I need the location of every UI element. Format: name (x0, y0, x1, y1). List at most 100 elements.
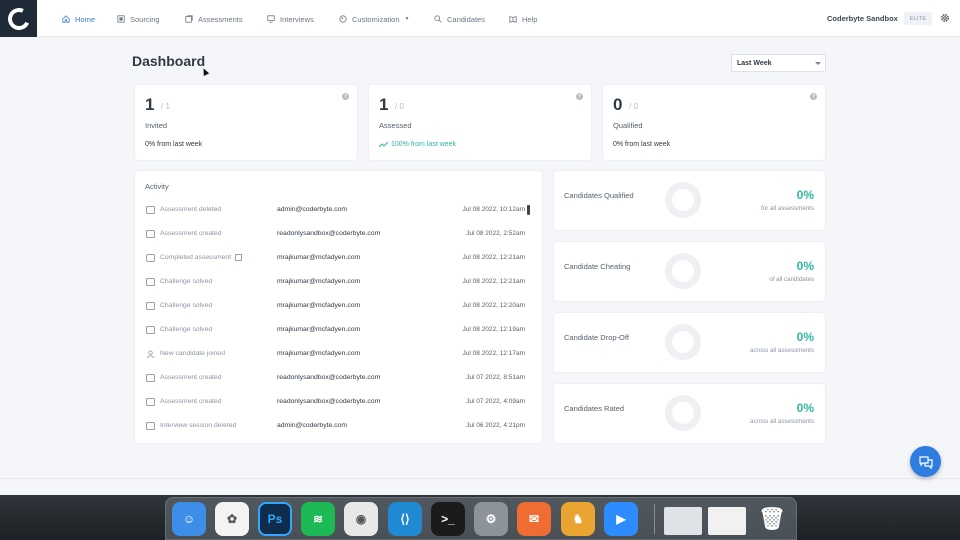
activity-user: mrajkumar@mcfadyen.com (277, 326, 361, 333)
image-icon (146, 398, 155, 406)
period-select-value: Last Week (737, 59, 772, 67)
activity-row[interactable]: Assessment deleted admin@coderbyte.com J… (135, 199, 542, 223)
donut-chart (665, 182, 701, 218)
spotify-icon[interactable]: ≋ (301, 502, 335, 536)
system-preferences-icon[interactable]: ⚙ (474, 502, 508, 536)
metric-value: 0% (796, 259, 814, 273)
help-icon[interactable]: ? (810, 93, 817, 100)
search-icon (434, 15, 442, 23)
metric-subtitle: of all candidates (769, 276, 814, 283)
activity-event: Interview session deleted (160, 422, 237, 429)
activity-row[interactable]: Challenge solved mrajkumar@mcfadyen.com … (135, 319, 542, 343)
donut-chart (665, 253, 701, 289)
stat-total: / 0 (395, 102, 404, 111)
sequel-pro-icon[interactable]: ♞ (561, 502, 595, 536)
nav-home-label: Home (75, 14, 96, 24)
metric-card-cheating: Candidate Cheating 0% of all candidates (554, 242, 825, 301)
stat-change: 0% from last week (613, 141, 671, 148)
activity-row[interactable]: New candidate joined mrajkumar@mcfadyen.… (135, 343, 542, 367)
metric-value: 0% (796, 401, 814, 415)
activity-user: readonlysandbox@coderbyte.com (277, 398, 381, 405)
metric-subtitle: for all assessments (761, 205, 814, 212)
nav-help[interactable]: Help (509, 12, 537, 26)
stat-change: 100% from last week (391, 141, 456, 148)
nav-candidates[interactable]: Candidates (434, 12, 485, 26)
metric-card-rated: Candidates Rated 0% across all assessmen… (554, 384, 825, 443)
activity-row[interactable]: Assessment created readonlysandbox@coder… (135, 367, 542, 391)
zoom-icon[interactable]: ▶ (604, 502, 638, 536)
donut-chart (665, 395, 701, 431)
nav-customization[interactable]: Customization ▼ (339, 12, 409, 26)
app-window: Home Sourcing Assessments Interviews Cus… (0, 0, 960, 495)
metric-title: Candidates Rated (564, 404, 625, 413)
activity-time: Jul 08 2022, 10:12am (462, 206, 525, 213)
metric-value: 0% (796, 188, 814, 202)
activity-row[interactable]: Assessment created readonlysandbox@coder… (135, 391, 542, 415)
plan-badge: ELITE (904, 12, 932, 25)
chrome-icon[interactable]: ◉ (344, 502, 378, 536)
period-select[interactable]: Last Week (731, 54, 826, 72)
image-icon (146, 302, 155, 310)
activity-time: Jul 07 2022, 4:09am (466, 398, 525, 405)
activity-row[interactable]: Challenge solved mrajkumar@mcfadyen.com … (135, 271, 542, 295)
stat-value: 0 (613, 95, 623, 114)
activity-time: Jul 08 2022, 12:19am (462, 326, 525, 333)
window-thumbnail-icon[interactable] (664, 507, 702, 535)
coderbyte-logo[interactable] (0, 0, 37, 37)
activity-event: Challenge solved (160, 302, 213, 309)
sourcing-icon (117, 15, 125, 23)
nav-interviews[interactable]: Interviews (267, 12, 314, 26)
photos-icon[interactable]: ✿ (215, 502, 249, 536)
finder-icon[interactable]: ☺ (172, 502, 206, 536)
activity-event: Assessment created (160, 230, 222, 237)
metric-subtitle: across all assessments (750, 347, 814, 354)
activity-user: admin@coderbyte.com (277, 422, 347, 429)
user-icon (146, 350, 155, 358)
chevron-down-icon (815, 62, 821, 65)
activity-row[interactable]: Completed assessment mrajkumar@mcfadyen.… (135, 247, 542, 271)
terminal-icon[interactable]: >_ (431, 502, 465, 536)
trash-icon[interactable]: 🗑 (755, 502, 789, 536)
activity-row[interactable]: Challenge solved mrajkumar@mcfadyen.com … (135, 295, 542, 319)
stat-card-invited: 1 / 1 Invited 0% from last week ? (135, 85, 357, 160)
donut-chart (665, 324, 701, 360)
activity-time: Jul 08 2022, 12:17am (462, 350, 525, 357)
vscode-icon[interactable]: ⟨⟩ (388, 502, 422, 536)
stat-label: Assessed (379, 121, 412, 130)
nav-home[interactable]: Home (62, 12, 95, 26)
chrome-window-thumbnail-icon[interactable] (708, 507, 746, 535)
scrollbar-thumb[interactable] (527, 205, 530, 215)
activity-event: Challenge solved (160, 278, 213, 285)
nav-customization-label: Customization (352, 14, 400, 24)
activity-user: mrajkumar@mcfadyen.com (277, 302, 361, 309)
stat-card-assessed: 1 / 0 Assessed 100% from last week ? (369, 85, 591, 160)
activity-row[interactable]: Interview session deleted admin@coderbyt… (135, 415, 542, 439)
nav-assessments[interactable]: Assessments (185, 12, 243, 26)
postman-icon[interactable]: ✉ (517, 502, 551, 536)
activity-event: Assessment created (160, 398, 222, 405)
activity-event: Completed assessment (160, 254, 232, 261)
image-icon (146, 374, 155, 382)
nav-assessments-label: Assessments (198, 14, 243, 24)
help-icon[interactable]: ? (342, 93, 349, 100)
external-link-icon[interactable] (235, 254, 242, 261)
activity-row[interactable]: Assessment created readonlysandbox@coder… (135, 223, 542, 247)
chat-button[interactable] (910, 446, 941, 477)
activity-user: readonlysandbox@coderbyte.com (277, 230, 381, 237)
interviews-icon (267, 15, 275, 23)
help-icon[interactable]: ? (576, 93, 583, 100)
metric-title: Candidate Cheating (564, 262, 631, 271)
nav-sourcing[interactable]: Sourcing (117, 12, 160, 26)
activity-event: Assessment created (160, 374, 222, 381)
gear-icon[interactable] (940, 13, 950, 23)
activity-event: Challenge solved (160, 326, 213, 333)
home-icon (62, 15, 70, 23)
image-icon (146, 278, 155, 286)
metric-title: Candidate Drop-Off (564, 333, 629, 342)
dock-separator (654, 504, 655, 534)
chevron-down-icon: ▼ (404, 16, 410, 22)
stat-value: 1 (145, 95, 155, 114)
org-name[interactable]: Coderbyte Sandbox (827, 14, 898, 23)
image-icon (146, 230, 155, 238)
photoshop-icon[interactable]: Ps (258, 502, 292, 536)
